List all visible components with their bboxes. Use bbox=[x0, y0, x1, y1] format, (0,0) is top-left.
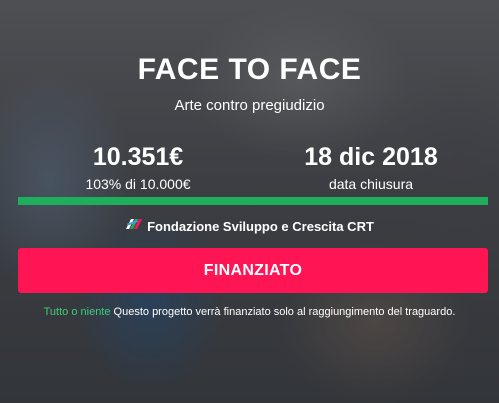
project-card: FACE TO FACE Arte contro pregiudizio 10.… bbox=[0, 0, 499, 403]
amount-goal-label: 103% di 10.000€ bbox=[85, 176, 191, 192]
funded-button-label: FINANZIATO bbox=[203, 261, 303, 279]
project-title: FACE TO FACE bbox=[137, 53, 362, 86]
all-or-nothing-label[interactable]: Tutto o niente bbox=[44, 306, 111, 318]
funded-button[interactable]: FINANZIATO bbox=[18, 248, 488, 293]
closing-date-label: data chiusura bbox=[328, 176, 414, 192]
closing-date: 18 dic 2018 bbox=[304, 143, 438, 171]
funding-progress-fill bbox=[18, 197, 488, 205]
sponsor[interactable]: Fondazione Sviluppo e Crescita CRT bbox=[0, 218, 499, 237]
sponsor-name: Fondazione Sviluppo e Crescita CRT bbox=[147, 219, 374, 234]
funding-stat: 10.351€ 103% di 10.000€ bbox=[56, 143, 220, 193]
funding-note-text: Questo progetto verrà finanziato solo al… bbox=[113, 306, 456, 318]
crt-logo-icon bbox=[125, 217, 143, 236]
funding-progress-bar bbox=[18, 197, 488, 205]
funding-note: Tutto o niente Questo progetto verrà fin… bbox=[0, 305, 499, 319]
closing-date-stat: 18 dic 2018 data chiusura bbox=[286, 143, 456, 193]
project-subtitle: Arte contro pregiudizio bbox=[174, 97, 325, 114]
amount-raised: 10.351€ bbox=[92, 143, 184, 171]
